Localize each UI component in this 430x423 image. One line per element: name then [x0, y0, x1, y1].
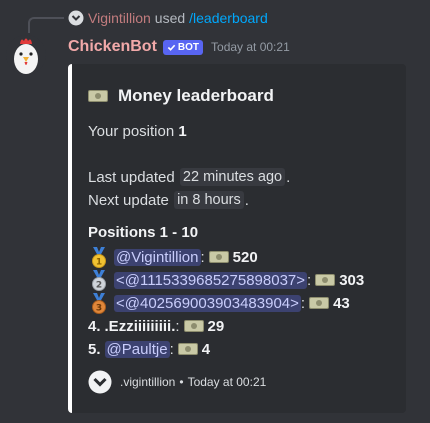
medal-rank: 3 [96, 304, 102, 314]
last-updated-value[interactable]: 22 minutes ago [179, 168, 286, 186]
leaderboard-row: 3 <@402569003903483904> : 43 [88, 292, 350, 314]
gold-medal-icon: 1 [92, 247, 106, 268]
bot-username[interactable]: ChickenBot [68, 38, 157, 56]
money-amount: 303 [339, 271, 365, 289]
user-mention[interactable]: <@1115339685275898037> [114, 271, 308, 289]
user-name: .Ezziiiiiiiii. [104, 317, 176, 335]
leaderboard-row: 5. @Paultje : 4 [88, 340, 211, 358]
your-position-line: Your position 1 [88, 123, 187, 140]
rank-number: 5. [88, 340, 101, 358]
medal-rank: 1 [96, 258, 102, 268]
command-reference[interactable]: Vigintillion used /leaderboard [68, 8, 268, 28]
money-amount: 520 [232, 248, 258, 266]
money-icon [183, 320, 204, 332]
footer-timestamp: Today at 00:21 [187, 375, 267, 389]
medal-rank: 2 [96, 281, 102, 291]
bot-badge: BOT [162, 39, 204, 55]
rank-number: 4. [88, 317, 101, 335]
leaderboard-embed: Money leaderboard Your position 1 Last u… [68, 64, 406, 413]
embed-title: Money leaderboard [88, 86, 274, 106]
message-header: ChickenBot BOT Today at 00:21 [68, 36, 290, 58]
your-position-label: Your position [88, 123, 175, 140]
bot-badge-label: BOT [177, 41, 200, 53]
next-update-line: Next update in 8 hours. [88, 191, 249, 209]
next-update-label: Next update [88, 191, 169, 209]
user-mention[interactable]: @Vigintillion [114, 248, 201, 266]
footer-separator: • [179, 375, 184, 389]
positions-heading: Positions 1 - 10 [88, 224, 199, 241]
money-amount: 43 [333, 294, 350, 312]
money-icon [177, 343, 198, 355]
money-icon [315, 274, 336, 286]
embed-title-text: Money leaderboard [118, 86, 274, 105]
slash-command-icon [68, 10, 84, 26]
next-update-value[interactable]: in 8 hours [174, 191, 244, 209]
silver-medal-icon: 2 [92, 270, 106, 291]
user-mention[interactable]: @Paultje [104, 340, 170, 358]
money-icon [88, 90, 108, 102]
embed-footer: .vigintillion • Today at 00:21 [88, 370, 266, 394]
money-amount: 29 [207, 317, 225, 335]
money-icon [309, 297, 330, 309]
money-amount: 4 [201, 340, 211, 358]
money-icon [208, 251, 229, 263]
user-mention[interactable]: <@402569003903483904> [114, 294, 301, 312]
chicken-avatar-icon [6, 35, 46, 75]
leaderboard-row: 4. .Ezziiiiiiiii. : 29 [88, 317, 225, 335]
reply-connector [28, 17, 64, 33]
verified-check-icon [167, 44, 176, 51]
avatar[interactable] [6, 35, 46, 75]
author-avatar-icon [88, 370, 112, 394]
message-timestamp[interactable]: Today at 00:21 [211, 40, 290, 54]
last-updated-line: Last updated 22 minutes ago. [88, 168, 291, 186]
leaderboard-row: 2 <@1115339685275898037> : 303 [88, 269, 364, 291]
bronze-medal-icon: 3 [92, 293, 106, 314]
leaderboard-row: 1 @Vigintillion : 520 [88, 246, 258, 268]
reference-command[interactable]: /leaderboard [189, 10, 268, 26]
reference-username[interactable]: Vigintillion [88, 10, 151, 26]
reference-verb: used [154, 10, 186, 26]
your-position-value: 1 [178, 123, 187, 140]
last-updated-label: Last updated [88, 168, 175, 186]
footer-author: .vigintillion [120, 375, 176, 389]
